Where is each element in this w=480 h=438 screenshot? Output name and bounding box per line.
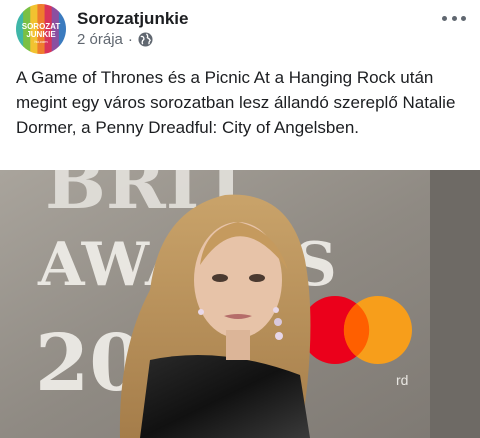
post-photo[interactable]: BRIT AWARDS 20 rd bbox=[0, 170, 480, 438]
more-options-icon[interactable] bbox=[442, 8, 466, 28]
backdrop-suffix: rd bbox=[396, 372, 408, 388]
post-text: A Game of Thrones és a Picnic At a Hangi… bbox=[16, 68, 456, 137]
globe-icon[interactable] bbox=[138, 32, 153, 47]
author-name[interactable]: Sorozatjunkie bbox=[77, 9, 188, 29]
avatar-text-line3: hu.com bbox=[34, 39, 48, 44]
avatar-logo: SOROZAT JUNKIE hu.com bbox=[16, 4, 66, 54]
meta-separator: · bbox=[127, 31, 133, 48]
card-logo bbox=[301, 296, 412, 364]
post-time[interactable]: 2 órája bbox=[77, 31, 123, 48]
avatar-text-line2: JUNKIE bbox=[26, 30, 56, 39]
post-meta: 2 órája · bbox=[77, 31, 153, 48]
photo-illustration: BRIT AWARDS 20 rd bbox=[0, 170, 480, 438]
page-avatar[interactable]: SOROZAT JUNKIE hu.com bbox=[16, 4, 66, 54]
post-header: SOROZAT JUNKIE hu.com Sorozatjunkie 2 ór… bbox=[0, 0, 480, 60]
